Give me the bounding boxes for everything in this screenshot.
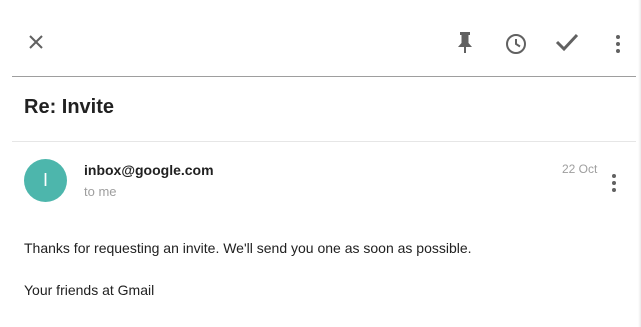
more-vert-icon [616,35,620,53]
email-view: Re: Invite I inbox@google.com to me 22 O… [0,0,641,327]
clock-icon [506,34,526,54]
email-signature: Your friends at Gmail [24,282,155,298]
more-vert-icon [612,174,616,192]
subject-divider [12,141,636,142]
message-more-button[interactable] [598,167,630,199]
snooze-button[interactable] [500,28,532,60]
message-date: 22 Oct [562,162,598,176]
pin-icon [458,32,472,53]
pin-button[interactable] [449,26,481,58]
email-body-line: Thanks for requesting an invite. We'll s… [24,240,472,256]
avatar-initial: I [42,170,48,190]
check-icon [555,33,579,52]
recipient-label[interactable]: to me [84,184,117,199]
sender-avatar[interactable]: I [24,159,67,202]
close-button[interactable] [20,26,52,58]
close-icon [29,35,43,49]
done-button[interactable] [551,26,583,58]
more-options-button[interactable] [602,28,634,60]
sender-email[interactable]: inbox@google.com [84,162,214,178]
email-toolbar [12,8,636,77]
email-subject: Re: Invite [24,96,115,118]
